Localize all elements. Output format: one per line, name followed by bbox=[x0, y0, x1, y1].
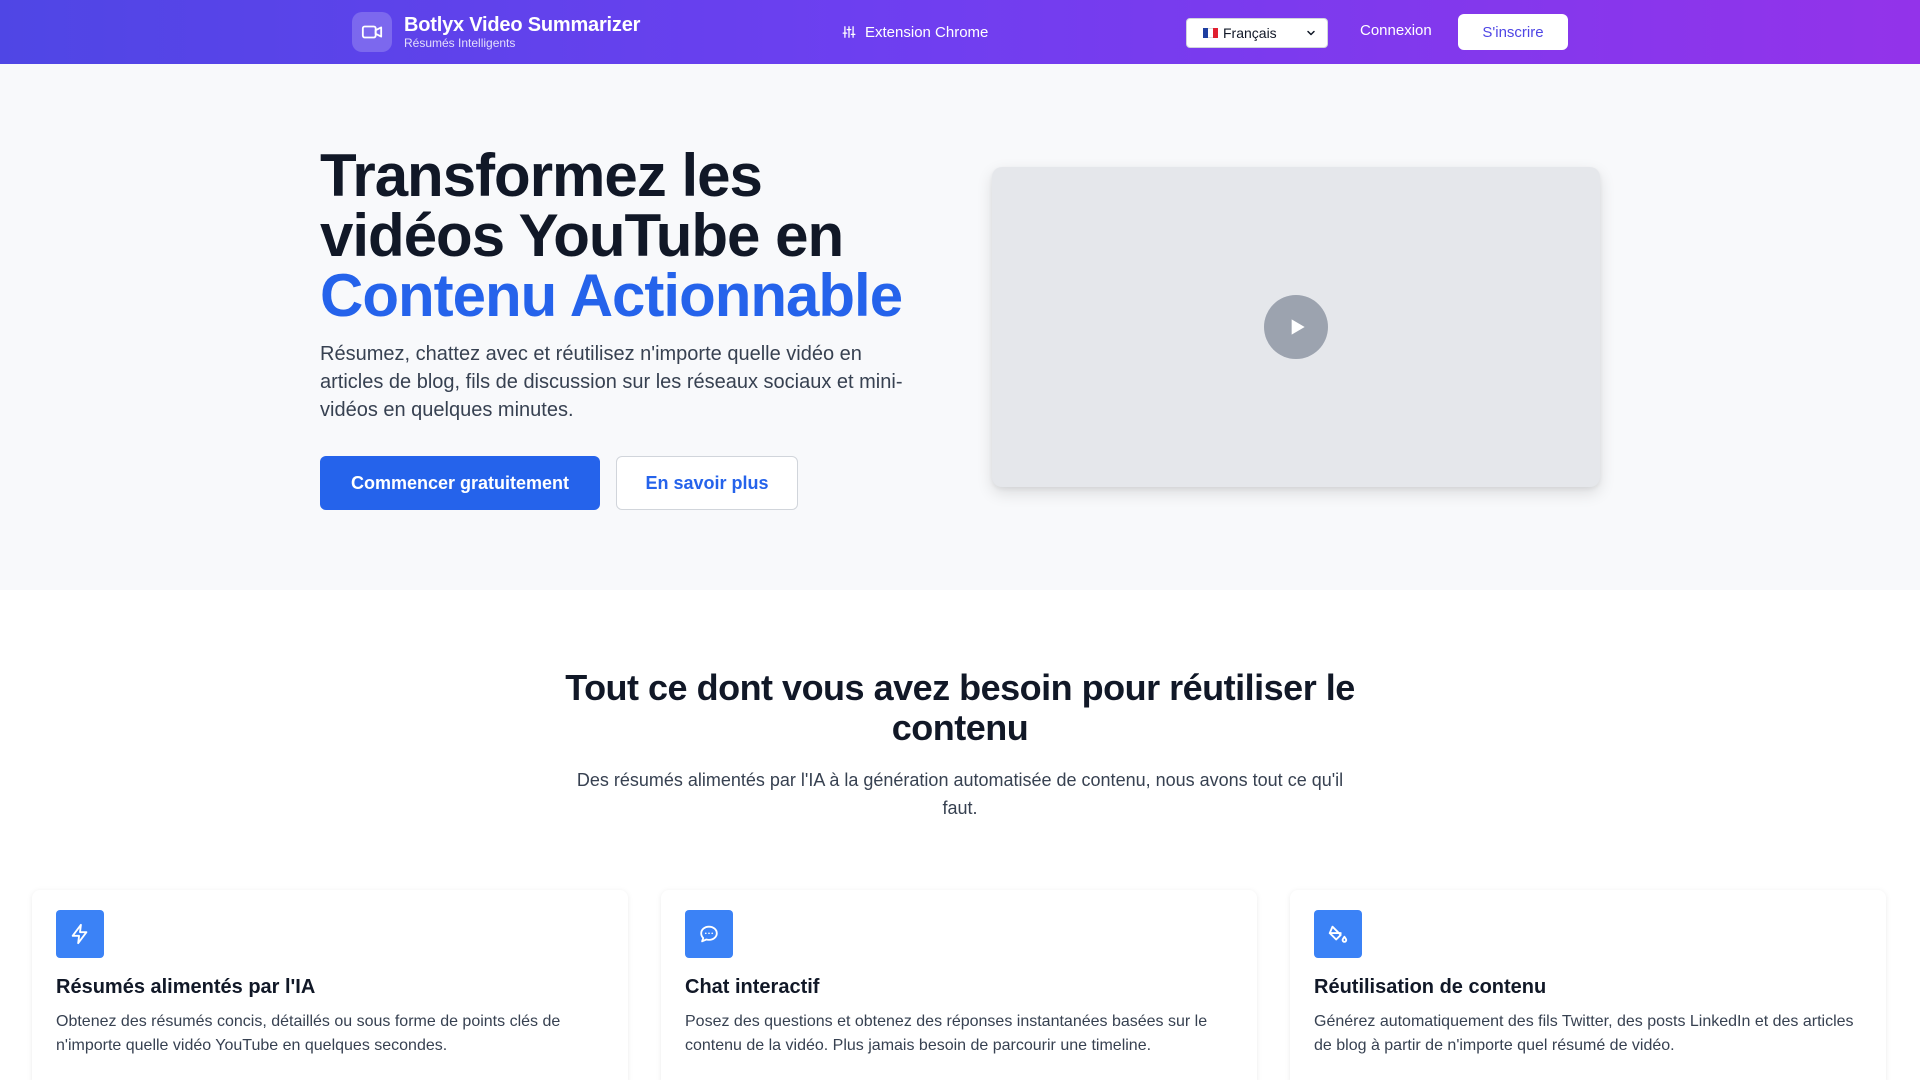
chevron-down-icon bbox=[1307, 30, 1315, 36]
chrome-extension-link[interactable]: Extension Chrome bbox=[842, 20, 988, 44]
language-select-value: Français bbox=[1223, 25, 1277, 41]
brand-name: Botlyx Video Summarizer bbox=[404, 14, 641, 36]
feature-card-ai-summaries: Résumés alimentés par l'IA Obtenez des r… bbox=[32, 890, 628, 1080]
lightning-icon bbox=[56, 910, 104, 958]
hero-title-line-1: Transformez les bbox=[320, 142, 763, 209]
hero-subtitle: Résumez, chattez avec et réutilisez n'im… bbox=[320, 343, 903, 421]
hero-title-accent: Contenu Actionnable bbox=[320, 262, 903, 329]
features-subtitle: Des résumés alimentés par l'IA à la géné… bbox=[576, 770, 1344, 818]
feature-card-content-repurposing: Réutilisation de contenu Générez automat… bbox=[1290, 890, 1886, 1080]
language-select[interactable]: Français bbox=[1186, 18, 1328, 48]
feature-card-title: Résumés alimentés par l'IA bbox=[56, 976, 316, 998]
learn-more-button[interactable]: En savoir plus bbox=[616, 456, 798, 510]
feature-card-text: Générez automatiquement des fils Twitter… bbox=[1314, 1013, 1854, 1054]
login-link[interactable]: Connexion bbox=[1360, 22, 1432, 39]
feature-card-text: Posez des questions et obtenez des répon… bbox=[685, 1013, 1208, 1054]
video-camera-icon bbox=[352, 12, 392, 52]
start-free-button[interactable]: Commencer gratuitement bbox=[320, 456, 600, 510]
feature-card-interactive-chat: Chat interactif Posez des questions et o… bbox=[661, 890, 1257, 1080]
features-title: Tout ce dont vous avez besoin pour réuti… bbox=[565, 667, 1355, 748]
paint-bucket-icon bbox=[1314, 910, 1362, 958]
feature-card-title: Chat interactif bbox=[685, 976, 820, 998]
video-placeholder[interactable] bbox=[992, 167, 1600, 487]
play-icon[interactable] bbox=[1264, 295, 1328, 359]
brand[interactable]: Botlyx Video Summarizer Résumés Intellig… bbox=[352, 12, 640, 52]
signup-button[interactable]: S'inscrire bbox=[1458, 14, 1568, 50]
hero-section: Transformez les vidéos YouTube en Conten… bbox=[0, 64, 1920, 590]
hero-title-line-2: vidéos YouTube en bbox=[320, 202, 844, 269]
brand-tagline: Résumés Intelligents bbox=[404, 36, 516, 50]
feature-card-title: Réutilisation de contenu bbox=[1314, 976, 1547, 998]
french-flag-icon bbox=[1203, 28, 1218, 38]
top-navbar: Botlyx Video Summarizer Résumés Intellig… bbox=[0, 0, 1920, 64]
hero-title: Transformez les vidéos YouTube en Conten… bbox=[320, 146, 960, 326]
sliders-icon bbox=[842, 26, 856, 38]
chrome-extension-label: Extension Chrome bbox=[865, 23, 989, 41]
chat-bubble-icon bbox=[685, 910, 733, 958]
feature-card-text: Obtenez des résumés concis, détaillés ou… bbox=[56, 1013, 561, 1054]
